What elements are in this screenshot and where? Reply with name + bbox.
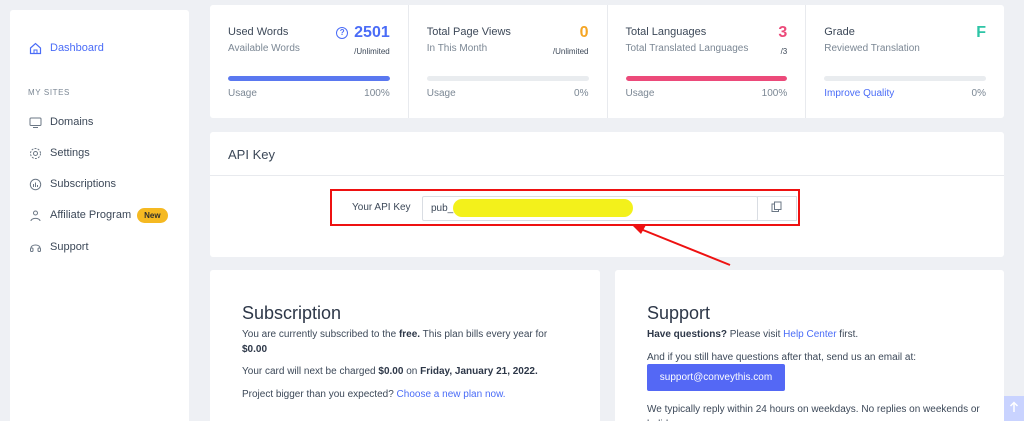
stat-value: 0 xyxy=(579,24,589,41)
progress-bar xyxy=(625,76,788,81)
usage-percent: 100% xyxy=(761,88,788,99)
home-icon xyxy=(28,41,42,55)
monitor-icon xyxy=(28,115,42,129)
subscription-charge-text: Your card will next be charged $0.00 on … xyxy=(242,364,538,379)
text: first. xyxy=(836,329,859,340)
copy-button[interactable] xyxy=(757,196,797,221)
sidebar-item-settings[interactable]: Settings xyxy=(28,143,90,163)
stats-card: Used Words Available Words ? 2501 /Unlimi… xyxy=(210,5,1004,118)
stat-title: Grade xyxy=(824,26,855,38)
text: Your card will next be charged xyxy=(242,366,379,377)
text: This plan bills every year for xyxy=(420,329,548,340)
support-reply-text: We typically reply within 24 hours on we… xyxy=(647,404,980,421)
text: Please visit xyxy=(727,329,784,340)
stat-title: Total Languages xyxy=(625,26,707,38)
charge-date: Friday, January 21, 2022. xyxy=(420,366,538,377)
api-key-heading: API Key xyxy=(228,147,275,162)
support-email-button[interactable]: support@conveythis.com xyxy=(647,364,785,391)
copy-icon xyxy=(771,200,783,218)
stat-subtitle: In This Month xyxy=(426,43,488,54)
stat-grade: Grade Reviewed Translation F Improve Qua… xyxy=(806,5,1004,118)
sidebar-item-subscriptions[interactable]: Subscriptions xyxy=(28,174,116,194)
plan-amount: $0.00 xyxy=(242,344,268,355)
scroll-to-top-button[interactable] xyxy=(1004,396,1024,421)
sidebar-item-label: Support xyxy=(50,241,89,253)
new-badge: New xyxy=(137,207,168,223)
stat-title: Total Page Views xyxy=(426,26,511,38)
charge-amount: $0.00 xyxy=(378,366,404,377)
gear-icon xyxy=(28,146,42,160)
stat-subtitle: Available Words xyxy=(228,43,300,54)
chart-circle-icon xyxy=(28,177,42,191)
support-help-text: Have questions? Please visit Help Center… xyxy=(647,327,858,342)
subscription-plan-text: You are currently subscribed to the free… xyxy=(242,327,572,357)
stat-limit: /3 xyxy=(780,47,788,56)
stat-title: Used Words xyxy=(228,26,289,38)
sidebar-item-support[interactable]: Support xyxy=(28,237,89,257)
stat-value: 3 xyxy=(778,24,788,41)
sidebar-item-label: Subscriptions xyxy=(50,178,117,190)
text: Have questions? xyxy=(647,329,728,340)
text: You are currently subscribed to the xyxy=(242,329,399,340)
sidebar-item-label: Affiliate Program xyxy=(50,209,132,221)
redaction-mark xyxy=(453,199,633,217)
sidebar-section-label: MY SITES xyxy=(28,88,70,97)
support-card: Support Have questions? Please visit Hel… xyxy=(615,270,1004,421)
subscription-upgrade-text: Project bigger than you expected? Choose… xyxy=(242,387,506,402)
annotation-arrow xyxy=(632,225,731,266)
improve-quality-link[interactable]: Improve Quality xyxy=(824,88,894,99)
divider xyxy=(210,175,1004,176)
support-email-text: And if you still have questions after th… xyxy=(647,352,917,363)
usage-label: Usage xyxy=(426,88,456,99)
stat-subtitle: Reviewed Translation xyxy=(824,43,920,54)
api-key-card: API Key Your API Key pub_ xyxy=(210,132,1004,257)
plan-name: free. xyxy=(398,329,421,340)
sidebar-item-domains[interactable]: Domains xyxy=(28,112,93,132)
sidebar-item-label: Settings xyxy=(50,147,90,159)
stat-limit: /Unlimited xyxy=(552,47,589,56)
text: Project bigger than you expected? xyxy=(242,389,397,400)
support-heading: Support xyxy=(647,303,711,323)
affiliate-icon xyxy=(28,208,42,222)
stat-subtitle: Total Translated Languages xyxy=(625,43,749,54)
progress-fill xyxy=(228,76,390,81)
sidebar-item-affiliate[interactable]: Affiliate Program New xyxy=(28,205,168,225)
progress-bar xyxy=(426,76,589,81)
stat-languages: Total Languages Total Translated Languag… xyxy=(608,5,807,118)
arrow-up-icon xyxy=(1009,400,1019,418)
api-key-value: pub_ xyxy=(431,203,454,214)
help-icon[interactable]: ? xyxy=(336,26,349,39)
stat-limit: /Unlimited xyxy=(354,47,390,56)
api-key-label: Your API Key xyxy=(352,202,411,213)
sidebar: Dashboard MY SITES Domains Settings Subs… xyxy=(10,10,189,421)
usage-label: Usage xyxy=(228,88,257,99)
support-icon xyxy=(28,240,42,254)
subscription-card: Subscription You are currently subscribe… xyxy=(210,270,600,421)
sidebar-item-dashboard[interactable]: Dashboard xyxy=(28,38,104,58)
usage-label: Usage xyxy=(625,88,655,99)
subscription-heading: Subscription xyxy=(242,303,342,323)
help-center-link[interactable]: Help Center xyxy=(783,329,836,340)
sidebar-item-label: Dashboard xyxy=(50,42,104,54)
text: on xyxy=(403,366,421,377)
stat-value-wrap: ? 2501 xyxy=(336,24,390,42)
stat-value: F xyxy=(976,24,986,41)
progress-bar xyxy=(824,76,986,81)
choose-plan-link[interactable]: Choose a new plan now. xyxy=(397,389,506,400)
usage-percent: 100% xyxy=(364,88,390,99)
progress-bar xyxy=(228,76,390,81)
usage-percent: 0% xyxy=(574,88,589,99)
sidebar-item-label: Domains xyxy=(50,116,94,128)
stat-used-words: Used Words Available Words ? 2501 /Unlimi… xyxy=(210,5,409,118)
usage-percent: 0% xyxy=(971,88,986,99)
stat-value: 2501 xyxy=(354,24,390,41)
stat-page-views: Total Page Views In This Month 0 /Unlimi… xyxy=(409,5,608,118)
progress-fill xyxy=(625,76,788,81)
